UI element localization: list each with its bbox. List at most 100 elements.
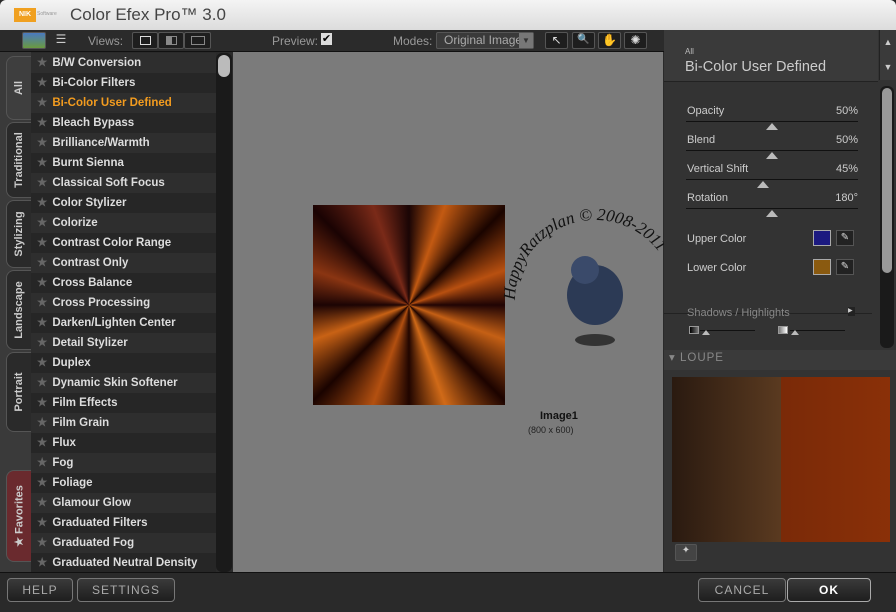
filter-item[interactable]: ★ Bi-Color Filters (31, 73, 216, 93)
scroll-up-button[interactable]: ▲ (879, 30, 896, 55)
settings-button[interactable]: SETTINGS (77, 578, 175, 602)
pointer-tool-icon[interactable]: ↖ (545, 32, 568, 49)
help-button[interactable]: HELP (7, 578, 73, 602)
slider-handle[interactable] (766, 152, 778, 159)
favorite-star-icon[interactable]: ★ (37, 497, 47, 509)
eyedropper-icon[interactable]: ✎ (836, 230, 854, 246)
favorite-star-icon[interactable]: ★ (37, 457, 47, 469)
tab-traditional[interactable]: Traditional (6, 122, 31, 198)
filter-label: Burnt Sienna (52, 157, 124, 169)
favorite-star-icon[interactable]: ★ (37, 337, 47, 349)
modes-dropdown[interactable]: Original Image ▼ (436, 32, 534, 49)
favorite-star-icon[interactable]: ★ (37, 517, 47, 529)
shadows-slider[interactable] (702, 330, 710, 335)
slider-handle[interactable] (766, 123, 778, 130)
favorite-star-icon[interactable]: ★ (37, 117, 47, 129)
filter-item[interactable]: ★ Flux (31, 433, 216, 453)
upper-color-swatch[interactable] (813, 230, 831, 246)
favorite-star-icon[interactable]: ★ (37, 357, 47, 369)
eyedropper-icon[interactable]: ✎ (836, 259, 854, 275)
favorite-star-icon[interactable]: ★ (37, 237, 47, 249)
scroll-down-button[interactable]: ▼ (879, 55, 896, 80)
filter-item[interactable]: ★ Detail Stylizer (31, 333, 216, 353)
filter-item[interactable]: ★ Foliage (31, 473, 216, 493)
filter-item[interactable]: ★ Film Grain (31, 413, 216, 433)
pin-icon[interactable]: ✦ (675, 544, 697, 561)
lower-color-label: Lower Color (687, 262, 747, 274)
filter-item[interactable]: ★ Film Effects (31, 393, 216, 413)
shadows-icon (689, 326, 699, 334)
favorite-star-icon[interactable]: ★ (37, 197, 47, 209)
filter-item[interactable]: ★ Colorize (31, 213, 216, 233)
image-view-icon[interactable] (22, 32, 46, 49)
hand-tool-icon[interactable]: ✋ (598, 32, 621, 49)
tab-label: Traditional (13, 132, 25, 188)
favorite-star-icon[interactable]: ★ (37, 57, 47, 69)
favorite-star-icon[interactable]: ★ (37, 217, 47, 229)
tab-all[interactable]: All (6, 56, 31, 120)
tab-portrait[interactable]: Portrait (6, 352, 31, 432)
app-title: Color Efex Pro™ 3.0 (70, 5, 226, 24)
preview-checkbox[interactable]: ✔ (321, 33, 332, 45)
filter-item[interactable]: ★ Fog (31, 453, 216, 473)
single-view-button[interactable] (132, 32, 158, 49)
panel-scrollbar-thumb[interactable] (882, 88, 892, 273)
favorite-star-icon[interactable]: ★ (37, 297, 47, 309)
filter-item[interactable]: ★ Contrast Only (31, 253, 216, 273)
filter-item[interactable]: ★ Graduated Fog (31, 533, 216, 553)
slider-handle[interactable] (766, 210, 778, 217)
loupe-header[interactable]: ▾ LOUPE (664, 350, 896, 370)
favorite-star-icon[interactable]: ★ (37, 417, 47, 429)
slider-handle[interactable] (757, 181, 770, 188)
filter-item[interactable]: ★ Cross Processing (31, 293, 216, 313)
favorite-star-icon[interactable]: ★ (37, 377, 47, 389)
favorite-star-icon[interactable]: ★ (37, 257, 47, 269)
image-size: (800 x 600) (528, 425, 574, 435)
cancel-button[interactable]: CANCEL (698, 578, 786, 602)
favorite-star-icon[interactable]: ★ (37, 177, 47, 189)
tab-stylizing[interactable]: Stylizing (6, 200, 31, 268)
favorite-star-icon[interactable]: ★ (37, 157, 47, 169)
filter-item[interactable]: ★ Dynamic Skin Softener (31, 373, 216, 393)
lower-color-swatch[interactable] (813, 259, 831, 275)
ok-button[interactable]: OK (787, 578, 871, 602)
highlights-slider[interactable] (791, 330, 799, 335)
tab-landscape[interactable]: Landscape (6, 270, 31, 350)
favorite-star-icon[interactable]: ★ (37, 537, 47, 549)
favorite-star-icon[interactable]: ★ (37, 277, 47, 289)
filter-item[interactable]: ★ Classical Soft Focus (31, 173, 216, 193)
filter-item[interactable]: ★ Cross Balance (31, 273, 216, 293)
tab-favorites[interactable]: ★ Favorites (6, 470, 31, 562)
side-by-side-view-button[interactable] (184, 32, 211, 49)
favorite-star-icon[interactable]: ★ (37, 97, 47, 109)
filter-item[interactable]: ★ B/W Conversion (31, 53, 216, 73)
favorite-star-icon[interactable]: ★ (37, 397, 47, 409)
zoom-tool-icon[interactable]: 🔍 (572, 32, 595, 49)
favorite-star-icon[interactable]: ★ (37, 557, 47, 569)
filter-item[interactable]: ★ Graduated Filters (31, 513, 216, 533)
filter-item[interactable]: ★ Bleach Bypass (31, 113, 216, 133)
filter-item[interactable]: ★ Glamour Glow (31, 493, 216, 513)
filter-item[interactable]: ★ Darken/Lighten Center (31, 313, 216, 333)
filter-item[interactable]: ★ Brilliance/Warmth (31, 133, 216, 153)
filter-item[interactable]: ★ Bi-Color User Defined (31, 93, 216, 113)
filter-label: Contrast Color Range (52, 237, 172, 249)
filter-item[interactable]: ★ Contrast Color Range (31, 233, 216, 253)
list-view-icon[interactable]: ☰ (50, 32, 72, 49)
split-view-button[interactable] (158, 32, 184, 49)
favorite-star-icon[interactable]: ★ (37, 137, 47, 149)
favorite-star-icon[interactable]: ★ (37, 477, 47, 489)
slider-label: Vertical Shift (687, 163, 749, 175)
lightbulb-icon[interactable]: ✺ (624, 32, 647, 49)
filter-label: B/W Conversion (52, 57, 142, 69)
favorite-star-icon[interactable]: ★ (37, 437, 47, 449)
filter-item[interactable]: ★ Graduated Neutral Density (31, 553, 216, 572)
filter-item[interactable]: ★ Duplex (31, 353, 216, 373)
scrollbar-thumb[interactable] (218, 55, 230, 77)
filter-list-scrollbar[interactable] (216, 53, 232, 572)
filter-item[interactable]: ★ Burnt Sienna (31, 153, 216, 173)
expand-arrow-icon[interactable]: ▶ (848, 307, 855, 316)
favorite-star-icon[interactable]: ★ (37, 317, 47, 329)
filter-item[interactable]: ★ Color Stylizer (31, 193, 216, 213)
favorite-star-icon[interactable]: ★ (37, 77, 47, 89)
